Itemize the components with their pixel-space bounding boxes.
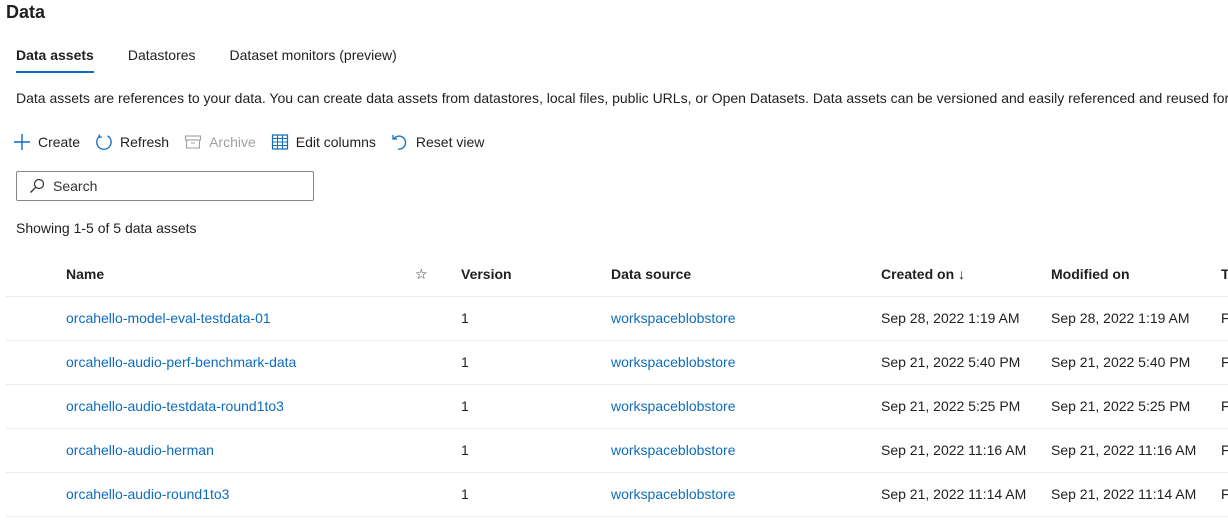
asset-modified-on: Sep 28, 2022 1:19 AM	[1051, 310, 1190, 326]
column-header-type[interactable]: T	[1221, 253, 1228, 296]
plus-icon	[12, 132, 32, 152]
asset-modified-on: Sep 21, 2022 11:16 AM	[1051, 442, 1197, 458]
data-source-link[interactable]: workspaceblobstore	[611, 398, 736, 414]
asset-version: 1	[461, 398, 469, 414]
search-input[interactable]	[53, 178, 293, 194]
column-header-data-source[interactable]: Data source	[611, 253, 691, 296]
archive-button[interactable]: Archive	[183, 132, 256, 152]
data-assets-table: Name ☆ Version Data source Created on ↓ M…	[6, 253, 1228, 517]
asset-name-link[interactable]: orcahello-audio-perf-benchmark-data	[66, 354, 296, 370]
asset-created-on: Sep 21, 2022 5:25 PM	[881, 398, 1021, 414]
asset-name-link[interactable]: orcahello-audio-testdata-round1to3	[66, 398, 284, 414]
reset-icon	[390, 132, 410, 152]
data-source-link[interactable]: workspaceblobstore	[611, 486, 736, 502]
search-icon	[29, 178, 45, 194]
column-header-version[interactable]: Version	[461, 253, 512, 296]
asset-type: F	[1221, 398, 1228, 414]
command-bar: Create Refresh Archive Edit columns Rese…	[12, 130, 498, 154]
column-header-created-on[interactable]: Created on ↓	[881, 253, 965, 296]
reset-view-label: Reset view	[415, 134, 485, 150]
asset-version: 1	[461, 310, 469, 326]
tab-dataset-monitors[interactable]: Dataset monitors (preview)	[230, 45, 397, 77]
page-title: Data	[6, 2, 46, 22]
sort-descending-icon: ↓	[958, 266, 966, 282]
asset-created-on: Sep 21, 2022 11:16 AM	[881, 442, 1027, 458]
reset-view-button[interactable]: Reset view	[390, 132, 484, 152]
data-source-link[interactable]: workspaceblobstore	[611, 310, 736, 326]
data-source-link[interactable]: workspaceblobstore	[611, 442, 736, 458]
table-row[interactable]: orcahello-audio-round1to3 1 workspaceblo…	[6, 473, 1228, 517]
asset-type: F	[1221, 442, 1228, 458]
create-label: Create	[38, 134, 81, 150]
asset-created-on: Sep 28, 2022 1:19 AM	[881, 310, 1020, 326]
asset-modified-on: Sep 21, 2022 5:25 PM	[1051, 398, 1191, 414]
column-header-name[interactable]: Name	[66, 253, 104, 296]
table-row[interactable]: orcahello-model-eval-testdata-01 1 works…	[6, 297, 1228, 341]
edit-columns-button[interactable]: Edit columns	[270, 132, 376, 152]
table-row[interactable]: orcahello-audio-herman 1 workspaceblobst…	[6, 429, 1228, 473]
table-header-row: Name ☆ Version Data source Created on ↓ M…	[6, 253, 1228, 297]
column-header-modified-on[interactable]: Modified on	[1051, 253, 1130, 296]
table-row[interactable]: orcahello-audio-perf-benchmark-data 1 wo…	[6, 341, 1228, 385]
asset-name-link[interactable]: orcahello-audio-herman	[66, 442, 214, 458]
asset-created-on: Sep 21, 2022 11:14 AM	[881, 486, 1027, 502]
results-count: Showing 1-5 of 5 data assets	[16, 220, 197, 236]
asset-name-link[interactable]: orcahello-audio-round1to3	[66, 486, 229, 502]
star-icon[interactable]: ☆	[415, 253, 428, 296]
asset-created-on: Sep 21, 2022 5:40 PM	[881, 354, 1021, 370]
archive-label: Archive	[209, 134, 256, 150]
create-button[interactable]: Create	[12, 132, 80, 152]
asset-type: F	[1221, 310, 1228, 326]
asset-type: F	[1221, 486, 1228, 502]
data-source-link[interactable]: workspaceblobstore	[611, 354, 736, 370]
tab-data-assets[interactable]: Data assets	[16, 45, 94, 77]
tab-bar: Data assets Datastores Dataset monitors …	[16, 45, 431, 77]
asset-version: 1	[461, 354, 469, 370]
asset-version: 1	[461, 486, 469, 502]
asset-modified-on: Sep 21, 2022 11:14 AM	[1051, 486, 1197, 502]
archive-icon	[183, 132, 203, 152]
edit-columns-label: Edit columns	[295, 134, 376, 150]
asset-name-link[interactable]: orcahello-model-eval-testdata-01	[66, 310, 271, 326]
asset-modified-on: Sep 21, 2022 5:40 PM	[1051, 354, 1191, 370]
search-box[interactable]	[16, 171, 314, 201]
refresh-label: Refresh	[120, 134, 170, 150]
table-row[interactable]: orcahello-audio-testdata-round1to3 1 wor…	[6, 385, 1228, 429]
table-columns-icon	[270, 132, 290, 152]
created-on-label: Created on	[881, 266, 955, 282]
refresh-button[interactable]: Refresh	[94, 132, 169, 152]
asset-type: F	[1221, 354, 1228, 370]
refresh-icon	[94, 132, 114, 152]
page-description: Data assets are references to your data.…	[16, 90, 1228, 106]
asset-version: 1	[461, 442, 469, 458]
tab-datastores[interactable]: Datastores	[128, 45, 196, 77]
